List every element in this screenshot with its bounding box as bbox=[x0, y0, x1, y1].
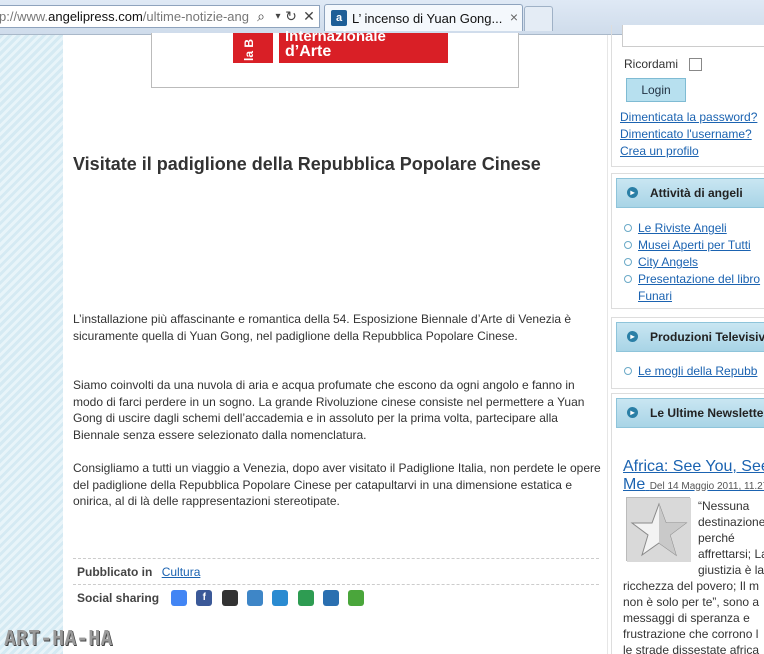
news-text-line: “Nessuna bbox=[698, 499, 750, 513]
banner-line2: d’Arte bbox=[285, 43, 332, 60]
news-text-line: ricchezza del povero; Il m bbox=[623, 579, 760, 593]
facebook-share-icon[interactable]: f bbox=[196, 590, 213, 606]
myspace-share-icon[interactable] bbox=[272, 590, 289, 606]
banner-vertical-text: la B bbox=[242, 38, 256, 61]
password-field[interactable] bbox=[622, 25, 764, 47]
arrow-right-icon: ▸ bbox=[627, 331, 638, 342]
published-label: Pubblicato in bbox=[77, 565, 153, 579]
url-domain: angelipress.com bbox=[48, 9, 143, 24]
linkedin-share-icon[interactable] bbox=[323, 590, 340, 606]
watermark: ART-HA-HA bbox=[4, 626, 113, 650]
stumble-share-icon[interactable] bbox=[297, 590, 314, 606]
arrow-right-icon: ▸ bbox=[627, 187, 638, 198]
news-text-line: le strade dissestate africa bbox=[623, 643, 760, 654]
section-heading: ▸ Le Ultime Newsletter bbox=[616, 398, 764, 428]
category-link[interactable]: Cultura bbox=[162, 565, 201, 579]
news-text-line: affrettarsi; La bbox=[698, 547, 764, 561]
sidebar: Ricordami Login Dimenticata la password?… bbox=[609, 25, 764, 654]
biennale-banner-image: la B Internazionale d’Arte bbox=[233, 28, 448, 63]
section-attivita: ▸ Attività di angeli Le Riviste Angeli M… bbox=[611, 173, 764, 309]
tab-title: L’ incenso di Yuan Gong... bbox=[352, 11, 502, 26]
refresh-icon[interactable]: ↻ bbox=[282, 6, 300, 27]
newsletter-article-link[interactable]: Africa: See You, See Me Del 14 Maggio 20… bbox=[623, 458, 764, 496]
login-button[interactable]: Login bbox=[626, 78, 686, 102]
article-title: Visitate il padiglione della Repubblica … bbox=[73, 154, 541, 174]
banner-ad[interactable]: la B Internazionale d’Arte bbox=[151, 28, 519, 88]
search-icon[interactable]: ⌕ bbox=[252, 6, 270, 27]
section-produzioni: ▸ Produzioni Televisive Le mogli della R… bbox=[611, 317, 764, 389]
newsletter-date: Del 14 Maggio 2011, 11.27 bbox=[649, 481, 764, 492]
page-content: la B Internazionale d’Arte Visitate il p… bbox=[63, 25, 764, 654]
create-profile-link[interactable]: Crea un profilo bbox=[620, 144, 699, 158]
stop-icon[interactable]: ✕ bbox=[300, 6, 318, 27]
star-image bbox=[626, 497, 691, 562]
share-more-icon[interactable] bbox=[348, 590, 365, 606]
tab-close-icon[interactable]: × bbox=[510, 9, 518, 25]
article-paragraph-1: L’installazione più affascinante e roman… bbox=[73, 312, 572, 343]
browser-tab-active[interactable]: a L’ incenso di Yuan Gong... × bbox=[324, 4, 523, 31]
section-heading: ▸ Attività di angeli bbox=[616, 178, 764, 208]
new-tab-button[interactable] bbox=[524, 6, 553, 31]
social-sharing-label: Social sharing bbox=[77, 591, 160, 605]
digg-share-icon[interactable] bbox=[247, 590, 264, 606]
news-text-line: giustizia è la bbox=[698, 563, 764, 577]
google-share-icon[interactable] bbox=[171, 590, 187, 606]
column-divider bbox=[607, 35, 608, 654]
delicious-share-icon[interactable] bbox=[221, 590, 238, 606]
page-background-stripe bbox=[0, 35, 63, 654]
article-paragraph-3: Consigliamo a tutti un viaggio a Venezia… bbox=[73, 461, 601, 508]
list-item[interactable]: City Angels bbox=[622, 254, 760, 271]
site-favicon-icon: a bbox=[331, 10, 347, 26]
published-in-row: Pubblicato in Cultura bbox=[73, 558, 599, 584]
news-text-line: perché bbox=[698, 531, 735, 545]
news-text-line: destinazione bbox=[698, 515, 764, 529]
list-item[interactable]: Le mogli della Repubb bbox=[622, 363, 757, 380]
list-item[interactable]: Musei Aperti per Tutti bbox=[622, 237, 760, 254]
address-bar[interactable]: p://www.angelipress.com/ultime-notizie-a… bbox=[0, 5, 320, 28]
news-text-line: frustrazione che corrono l bbox=[623, 627, 759, 641]
news-text-line: messaggi di speranza e bbox=[623, 611, 750, 625]
url-prefix: p://www. bbox=[0, 9, 49, 24]
remember-label: Ricordami bbox=[624, 57, 679, 71]
arrow-right-icon: ▸ bbox=[627, 407, 638, 418]
article-paragraph-2: Siamo coinvolti da una nuvola di aria e … bbox=[73, 378, 585, 442]
section-heading: ▸ Produzioni Televisive bbox=[616, 322, 764, 352]
forgot-username-link[interactable]: Dimenticato l'username? bbox=[620, 127, 752, 141]
list-item[interactable]: Presentazione del libro Funari bbox=[622, 271, 760, 305]
list-item[interactable]: Le Riviste Angeli bbox=[622, 220, 760, 237]
social-sharing-row: Social sharing f bbox=[73, 584, 599, 610]
url-path: /ultime-notizie-ang bbox=[142, 9, 249, 24]
remember-checkbox[interactable] bbox=[689, 58, 702, 71]
forgot-password-link[interactable]: Dimenticata la password? bbox=[620, 110, 757, 124]
news-text-line: non è solo per te”, sono a bbox=[623, 595, 760, 609]
